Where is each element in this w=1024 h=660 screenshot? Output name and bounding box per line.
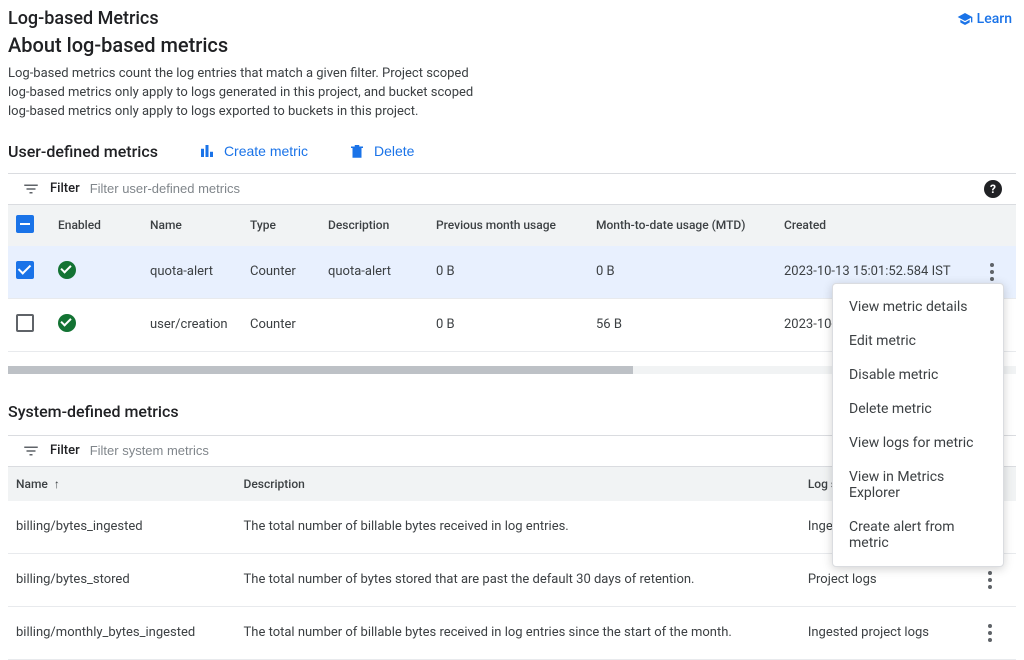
sort-asc-icon: ↑	[54, 477, 60, 491]
col-enabled[interactable]: Enabled	[50, 205, 142, 246]
row-checkbox[interactable]	[16, 314, 34, 332]
user-filter-input[interactable]	[90, 181, 974, 196]
learn-link[interactable]: Learn	[957, 11, 1012, 27]
col-created[interactable]: Created	[776, 205, 972, 246]
filter-label: Filter	[50, 443, 80, 458]
col-type[interactable]: Type	[242, 205, 320, 246]
help-icon[interactable]: ?	[984, 180, 1002, 198]
col-mtd-usage[interactable]: Month-to-date usage (MTD)	[588, 205, 776, 246]
row-actions-button[interactable]	[980, 260, 1004, 284]
user-metrics-heading: User-defined metrics	[8, 142, 158, 161]
menu-item-disable[interactable]: Disable metric	[833, 358, 1003, 392]
filter-label: Filter	[50, 181, 80, 196]
about-body: Log-based metrics count the log entries …	[8, 65, 488, 122]
row-actions-button[interactable]	[978, 568, 1002, 592]
col-prev-usage[interactable]: Previous month usage	[428, 205, 588, 246]
menu-item-create-alert[interactable]: Create alert from metric	[833, 510, 1003, 560]
trash-icon	[348, 142, 366, 160]
table-row[interactable]: billing/monthly_bytes_ingested The total…	[8, 606, 1016, 659]
col-name[interactable]: Name↑	[8, 467, 236, 501]
col-description[interactable]: Description	[236, 467, 800, 501]
about-heading: About log-based metrics	[8, 33, 1016, 57]
col-description[interactable]: Description	[320, 205, 428, 246]
graduation-cap-icon	[957, 11, 973, 27]
bar-chart-icon	[198, 142, 216, 160]
delete-button[interactable]: Delete	[348, 142, 414, 160]
enabled-check-icon	[58, 314, 76, 332]
menu-item-edit[interactable]: Edit metric	[833, 324, 1003, 358]
menu-item-view-details[interactable]: View metric details	[833, 290, 1003, 324]
create-metric-button[interactable]: Create metric	[198, 142, 308, 160]
filter-list-icon	[22, 442, 40, 460]
row-checkbox[interactable]	[16, 261, 34, 279]
row-actions-button[interactable]	[978, 621, 1002, 645]
menu-item-metrics-explorer[interactable]: View in Metrics Explorer	[833, 460, 1003, 510]
page-title: Log-based Metrics	[8, 8, 159, 29]
enabled-check-icon	[58, 261, 76, 279]
menu-item-view-logs[interactable]: View logs for metric	[833, 426, 1003, 460]
menu-item-delete[interactable]: Delete metric	[833, 392, 1003, 426]
col-name[interactable]: Name	[142, 205, 242, 246]
row-actions-menu: View metric details Edit metric Disable …	[832, 283, 1004, 567]
select-all-checkbox[interactable]	[16, 215, 34, 233]
filter-list-icon	[22, 180, 40, 198]
